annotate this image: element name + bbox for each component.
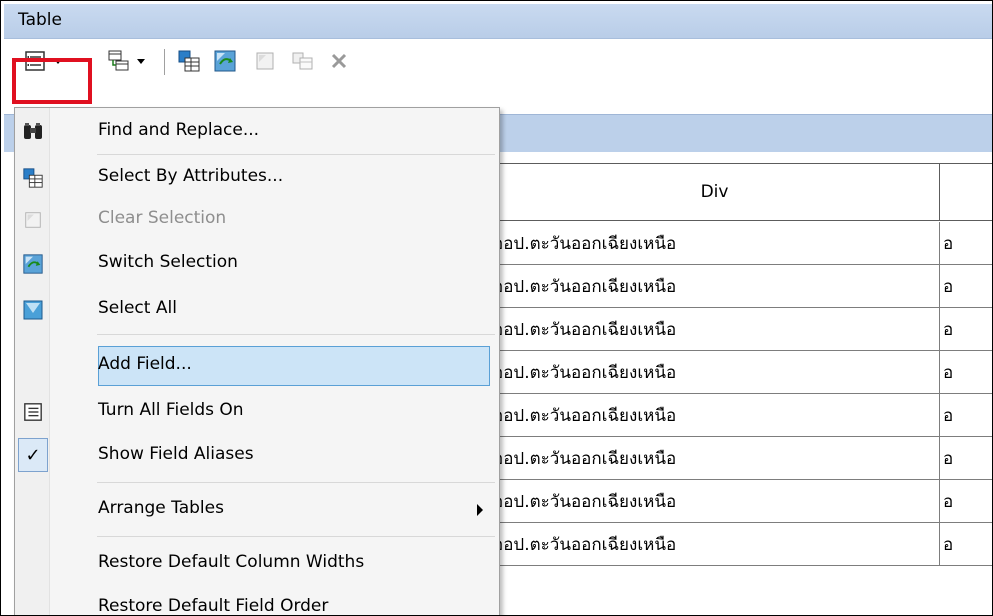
menu-item-select-by-attributes[interactable]: Select By Attributes... — [15, 156, 497, 200]
table-options-menu: Find and Replace... Select By Attributes… — [14, 107, 500, 616]
table-cell-next[interactable]: อ — [939, 222, 992, 265]
table-cell-div[interactable]: ออป.ตะวันออกเฉียงเหนือ — [489, 394, 940, 437]
clear-selection-icon — [22, 209, 44, 231]
table-cell-div[interactable]: ออป.ตะวันออกเฉียงเหนือ — [489, 222, 940, 265]
menu-item-label: Switch Selection — [98, 252, 238, 272]
checkmark-icon: ✓ — [18, 438, 48, 472]
table-cell-div[interactable]: ออป.ตะวันออกเฉียงเหนือ — [489, 308, 940, 351]
related-tables-button[interactable] — [102, 41, 152, 81]
clear-selection-button[interactable] — [250, 41, 280, 81]
table-cell-next[interactable]: อ — [939, 265, 992, 308]
menu-item-restore-default-column-widths[interactable]: Restore Default Column Widths — [15, 542, 497, 586]
select-by-attributes-icon — [22, 167, 44, 189]
delete-selected-button[interactable] — [324, 41, 354, 81]
menu-item-clear-selection[interactable]: Clear Selection — [15, 198, 497, 242]
table-cell-next[interactable]: อ — [939, 437, 992, 480]
toolbar-separator — [164, 49, 165, 75]
title-bar[interactable]: Table — [4, 4, 992, 39]
table-cell-next[interactable]: อ — [939, 523, 992, 566]
select-by-attributes-icon — [178, 50, 200, 72]
callout-highlight-box — [12, 58, 92, 104]
menu-item-switch-selection[interactable]: Switch Selection — [15, 242, 497, 286]
dropdown-arrow-icon — [137, 59, 145, 64]
column-header-next[interactable] — [939, 163, 992, 221]
switch-selection-icon — [214, 50, 236, 72]
table-toolbar — [4, 39, 992, 107]
related-tables-icon — [108, 50, 129, 71]
menu-separator — [97, 154, 495, 155]
menu-item-label: Select All — [98, 298, 177, 318]
window-title: Table — [18, 10, 62, 30]
menu-item-label: Add Field... — [98, 354, 192, 374]
switch-selection-icon — [22, 253, 44, 275]
menu-item-label: Restore Default Field Order — [98, 596, 329, 616]
menu-item-label: Turn All Fields On — [98, 400, 244, 420]
table-cell-next[interactable]: อ — [939, 308, 992, 351]
clear-selection-icon — [256, 52, 274, 70]
zoom-to-selected-button[interactable] — [286, 41, 320, 81]
binoculars-icon — [22, 121, 44, 143]
menu-item-label: Show Field Aliases — [98, 444, 254, 464]
menu-item-label: Arrange Tables — [98, 498, 224, 518]
table-cell-next[interactable]: อ — [939, 351, 992, 394]
select-by-attributes-button[interactable] — [172, 41, 206, 81]
menu-item-add-field[interactable]: Add Field... — [15, 344, 497, 388]
table-cell-div[interactable]: ออป.ตะวันออกเฉียงเหนือ — [489, 265, 940, 308]
column-header-div[interactable]: Div — [489, 163, 940, 221]
column-header-label: Div — [700, 182, 729, 202]
table-cell-next[interactable]: อ — [939, 480, 992, 523]
fields-list-icon — [22, 401, 44, 423]
table-window: Table Div ออป.ตะวันออกเฉียงเหนือ อ ออป.ต… — [0, 0, 993, 616]
menu-item-show-field-aliases[interactable]: ✓ Show Field Aliases — [15, 434, 497, 478]
switch-selection-button[interactable] — [208, 41, 242, 81]
menu-item-label: Find and Replace... — [98, 120, 260, 140]
select-all-icon — [22, 299, 44, 321]
menu-item-turn-all-fields-on[interactable]: Turn All Fields On — [15, 390, 497, 434]
menu-item-arrange-tables[interactable]: Arrange Tables — [15, 488, 497, 532]
menu-separator — [97, 334, 495, 335]
menu-item-label: Select By Attributes... — [98, 166, 284, 186]
table-cell-div[interactable]: ออป.ตะวันออกเฉียงเหนือ — [489, 351, 940, 394]
menu-separator — [97, 482, 495, 483]
menu-separator — [97, 536, 495, 537]
menu-item-find-and-replace[interactable]: Find and Replace... — [15, 110, 497, 154]
delete-selected-icon — [331, 53, 347, 69]
table-cell-next[interactable]: อ — [939, 394, 992, 437]
menu-item-select-all[interactable]: Select All — [15, 288, 497, 332]
menu-item-label: Restore Default Column Widths — [98, 552, 365, 572]
zoom-to-selected-icon — [292, 52, 313, 70]
table-cell-div[interactable]: ออป.ตะวันออกเฉียงเหนือ — [489, 523, 940, 566]
menu-item-restore-default-field-order[interactable]: Restore Default Field Order — [15, 586, 497, 616]
table-cell-div[interactable]: ออป.ตะวันออกเฉียงเหนือ — [489, 480, 940, 523]
menu-item-label: Clear Selection — [98, 208, 227, 228]
submenu-arrow-icon — [477, 504, 483, 516]
table-cell-div[interactable]: ออป.ตะวันออกเฉียงเหนือ — [489, 437, 940, 480]
